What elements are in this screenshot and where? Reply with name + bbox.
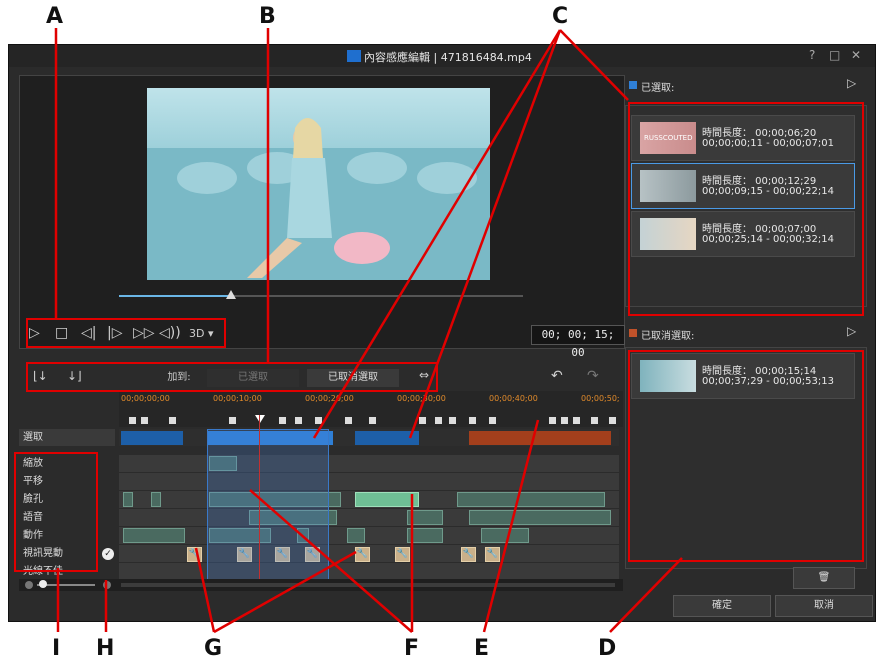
annotation-lines [54, 28, 683, 634]
